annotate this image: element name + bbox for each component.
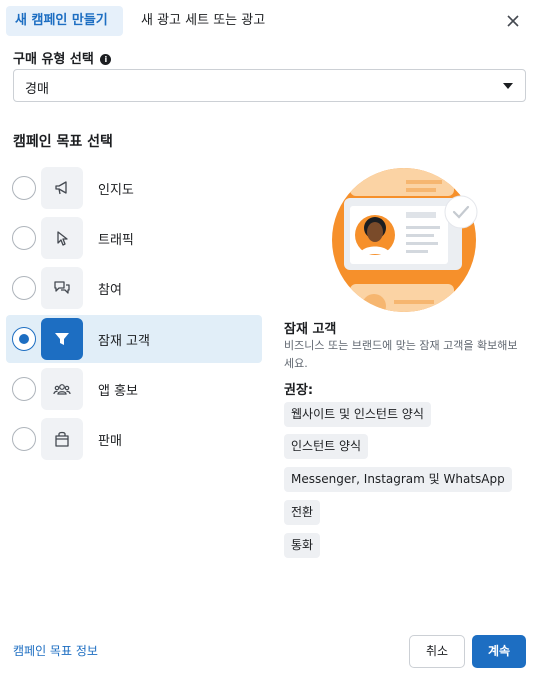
megaphone-icon xyxy=(41,167,83,209)
recommended-label: 권장: xyxy=(284,383,314,398)
objective-label: 트래픽 xyxy=(98,233,134,248)
radio-button[interactable] xyxy=(12,327,36,351)
recommended-chip: 통화 xyxy=(284,533,321,558)
radio-button[interactable] xyxy=(12,276,36,300)
objective-label: 판매 xyxy=(98,434,122,449)
objective-option-traffic[interactable]: 트래픽 xyxy=(6,214,262,262)
cancel-button[interactable]: 취소 xyxy=(409,635,465,668)
shopping-bag-icon xyxy=(41,418,83,460)
funnel-icon xyxy=(41,318,83,360)
tab-bar: 새 캠페인 만들기 새 광고 세트 또는 광고 xyxy=(0,0,533,42)
objective-section-label: 캠페인 목표 선택 xyxy=(13,134,113,150)
objective-option-awareness[interactable]: 인지도 xyxy=(6,164,262,212)
objective-option-engagement[interactable]: 참여 xyxy=(6,264,262,312)
people-icon xyxy=(41,368,83,410)
objective-detail-description: 비즈니스 또는 브랜드에 맞는 잠재 고객을 확보해보세요. xyxy=(284,339,518,370)
cursor-icon xyxy=(41,217,83,259)
recommended-chip: 인스턴트 양식 xyxy=(284,434,369,459)
leads-illustration xyxy=(330,168,478,312)
tab-new-campaign[interactable]: 새 캠페인 만들기 xyxy=(6,6,123,36)
purchase-type-value: 경매 xyxy=(25,82,49,97)
objective-option-leads[interactable]: 잠재 고객 xyxy=(6,315,262,363)
close-icon[interactable] xyxy=(501,9,525,33)
chat-bubble-icon xyxy=(41,267,83,309)
objective-detail-title: 잠재 고객 xyxy=(284,322,337,337)
recommended-chip: Messenger, Instagram 및 WhatsApp xyxy=(284,467,512,492)
objective-option-sales[interactable]: 판매 xyxy=(6,415,262,463)
objective-label: 잠재 고객 xyxy=(98,334,150,349)
purchase-type-select[interactable]: 경매 xyxy=(13,69,526,102)
radio-button[interactable] xyxy=(12,176,36,200)
caret-down-icon xyxy=(503,83,513,89)
objective-label: 인지도 xyxy=(98,183,134,198)
tab-new-adset-or-ad[interactable]: 새 광고 세트 또는 광고 xyxy=(132,6,274,36)
objective-label: 앱 홍보 xyxy=(98,384,139,399)
objective-label: 참여 xyxy=(98,283,122,298)
info-icon[interactable]: i xyxy=(100,54,112,65)
recommended-chip: 전환 xyxy=(284,500,321,525)
radio-button[interactable] xyxy=(12,427,36,451)
objective-option-app-promotion[interactable]: 앱 홍보 xyxy=(6,365,262,413)
radio-button[interactable] xyxy=(12,226,36,250)
continue-button[interactable]: 계속 xyxy=(472,635,526,668)
recommended-chip: 웹사이트 및 인스턴트 양식 xyxy=(284,402,431,427)
purchase-type-label: 구매 유형 선택 i xyxy=(13,48,112,67)
radio-button[interactable] xyxy=(12,377,36,401)
objective-info-link[interactable]: 캠페인 목표 정보 xyxy=(13,642,98,659)
